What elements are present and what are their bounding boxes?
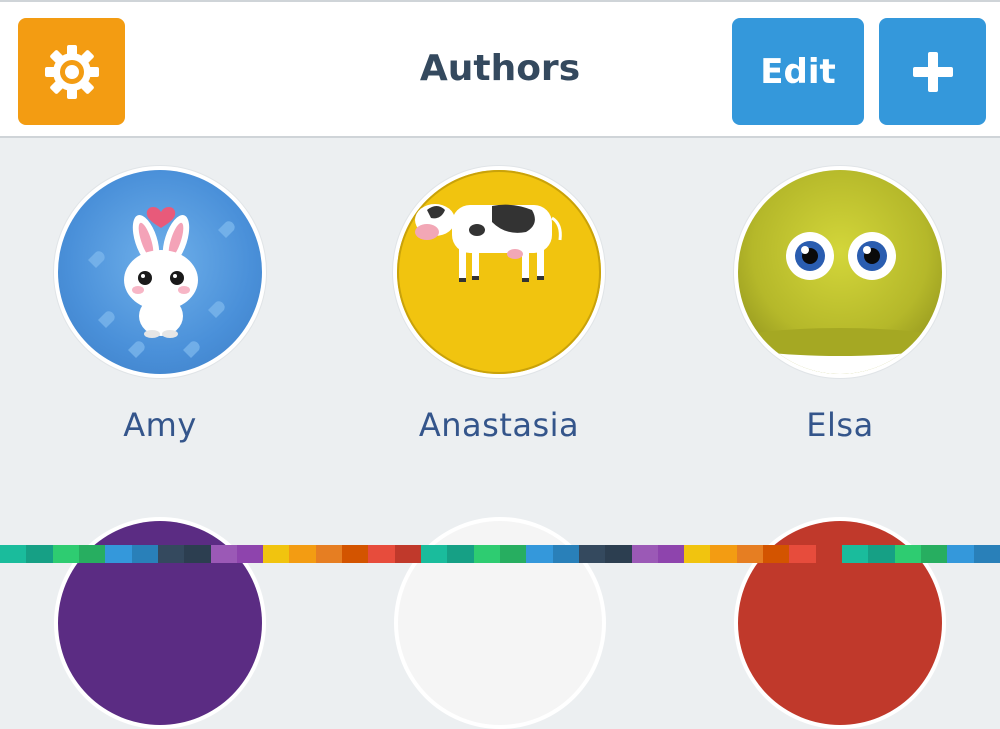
color-strip-segment xyxy=(447,545,474,563)
color-strip-segment xyxy=(552,545,579,563)
color-strip xyxy=(0,545,1000,563)
color-strip-segment xyxy=(26,545,53,563)
color-strip-segment xyxy=(526,545,553,563)
author-card-anastasia[interactable]: Anastasia xyxy=(389,166,609,444)
edit-button[interactable]: Edit xyxy=(732,18,864,125)
color-strip-segment xyxy=(421,545,448,563)
color-strip-segment xyxy=(184,545,211,563)
color-strip-segment xyxy=(52,545,79,563)
color-strip-segment xyxy=(657,545,685,563)
color-strip-segment xyxy=(894,545,921,563)
author-name: Elsa xyxy=(806,406,874,444)
color-strip-segment xyxy=(315,545,343,563)
color-strip-segment xyxy=(368,545,395,563)
author-avatar[interactable] xyxy=(734,166,946,378)
color-strip-segment xyxy=(763,545,790,563)
author-avatar[interactable] xyxy=(54,166,266,378)
settings-button[interactable] xyxy=(18,18,125,125)
color-strip-segment xyxy=(105,545,132,563)
bunny-avatar-icon xyxy=(88,206,235,358)
color-strip-segment xyxy=(0,545,27,563)
author-avatar[interactable] xyxy=(393,166,605,378)
author-card-amy[interactable]: Amy xyxy=(50,166,270,444)
color-strip-segment xyxy=(263,545,290,563)
fuzzy-monster-avatar-icon xyxy=(738,232,942,374)
color-strip-segment xyxy=(578,545,606,563)
color-strip-segment xyxy=(236,545,264,563)
cow-avatar-icon xyxy=(415,204,562,282)
plus-icon xyxy=(912,51,953,92)
author-name: Anastasia xyxy=(418,406,580,444)
color-strip-segment xyxy=(210,545,237,563)
color-strip-segment xyxy=(157,545,185,563)
color-strip-segment xyxy=(684,545,711,563)
color-strip-segment xyxy=(289,545,316,563)
color-strip-segment xyxy=(342,545,369,563)
author-card-elsa[interactable]: Elsa xyxy=(730,166,950,444)
color-strip-segment xyxy=(973,545,1000,563)
color-strip-segment xyxy=(947,545,974,563)
color-strip-segment xyxy=(78,545,106,563)
page-title: Authors xyxy=(419,48,581,89)
color-strip-segment xyxy=(710,545,737,563)
color-strip-segment xyxy=(815,545,842,563)
color-strip-segment xyxy=(920,545,948,563)
color-strip-segment xyxy=(631,545,658,563)
author-name: Amy xyxy=(123,406,197,444)
gear-icon xyxy=(44,44,99,99)
color-strip-segment xyxy=(131,545,158,563)
color-strip-segment xyxy=(473,545,500,563)
color-strip-segment xyxy=(394,545,421,563)
color-strip-segment xyxy=(605,545,632,563)
color-strip-segment xyxy=(868,545,895,563)
color-strip-segment xyxy=(736,545,764,563)
color-strip-segment xyxy=(842,545,869,563)
color-strip-segment xyxy=(789,545,816,563)
header-bar: Authors Edit xyxy=(0,0,1000,138)
add-author-button[interactable] xyxy=(879,18,986,125)
color-strip-segment xyxy=(499,545,527,563)
